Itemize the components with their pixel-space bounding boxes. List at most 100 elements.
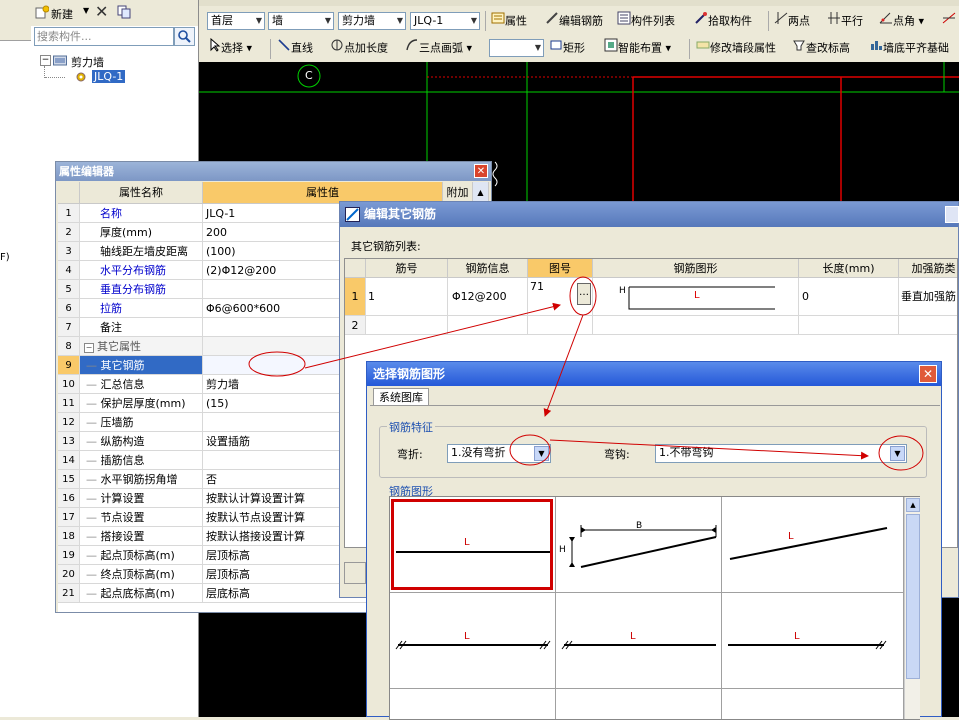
- three-point-arc-button[interactable]: 三点画弧 ▾: [405, 38, 472, 58]
- edit-rebar-title[interactable]: 编辑其它钢筋: [340, 202, 958, 227]
- modify-wall-props-button[interactable]: 修改墙段属性: [696, 38, 776, 58]
- close-icon[interactable]: ✕: [919, 365, 937, 383]
- copy-icon[interactable]: [117, 5, 131, 22]
- check-elevation-button[interactable]: 查改标高: [792, 38, 850, 58]
- gallery-scrollbar[interactable]: ▲: [904, 497, 920, 719]
- line-button[interactable]: 直线: [277, 38, 313, 58]
- rebar-info-cell[interactable]: [448, 316, 528, 335]
- row-number-header: [345, 259, 366, 278]
- search-button[interactable]: [174, 27, 195, 46]
- arc-mode-select[interactable]: ▼: [489, 39, 544, 57]
- select-rebar-shape-dialog: 选择钢筋图形 ✕ 系统图库 钢筋特征 弯折: 1.没有弯折 ▼ 弯钩: 1.不带…: [366, 361, 942, 720]
- tab-system-library[interactable]: 系统图库: [373, 388, 429, 406]
- row-number: 11: [58, 394, 80, 413]
- property-name: — 保护层厚度(mm): [80, 394, 203, 413]
- point-length-button[interactable]: 点加长度: [330, 38, 388, 58]
- select-button[interactable]: 选择 ▾: [209, 37, 252, 58]
- smart-layout-button[interactable]: 智能布置 ▾: [604, 38, 671, 58]
- property-name: 厚度(mm): [80, 223, 203, 242]
- hook-select[interactable]: 1.不带弯钩 ▼: [655, 444, 907, 463]
- collapse-icon[interactable]: −: [84, 343, 94, 353]
- point-angle-button[interactable]: 点角 ▾: [879, 11, 924, 31]
- collapse-icon[interactable]: −: [40, 55, 51, 66]
- wall-bottom-align-button[interactable]: 墙底平齐基础: [869, 38, 949, 58]
- property-name: — 搭接设置: [80, 527, 203, 546]
- shape-cell[interactable]: [722, 689, 904, 719]
- tree-search-input[interactable]: 搜索构件...: [34, 27, 174, 46]
- two-points-button[interactable]: 两点: [774, 11, 810, 31]
- bar-no-cell[interactable]: 1: [366, 278, 448, 316]
- new-icon[interactable]: [35, 5, 50, 19]
- bend-label: 弯折:: [397, 448, 423, 461]
- property-name: — 插筋信息: [80, 451, 203, 470]
- shape-cell-straight-90-hooks[interactable]: L: [390, 593, 556, 689]
- reinforcement-type-cell[interactable]: 垂直加强筋: [899, 278, 957, 316]
- close-icon[interactable]: [945, 206, 959, 223]
- reinforcement-type-cell[interactable]: [899, 316, 957, 335]
- scroll-thumb[interactable]: [906, 514, 920, 679]
- delete-icon[interactable]: ✕: [95, 2, 108, 21]
- chevron-down-icon: ▼: [890, 446, 905, 461]
- select-shape-title[interactable]: 选择钢筋图形: [367, 362, 941, 386]
- row-number: 18: [58, 527, 80, 546]
- property-name: 轴线距左墙皮距离: [80, 242, 203, 261]
- arc-icon: [405, 38, 419, 59]
- row-number: 9: [58, 356, 80, 375]
- subtype-select[interactable]: 剪力墙 ▼: [338, 12, 406, 30]
- shape-cell-slanted[interactable]: L: [722, 497, 904, 593]
- shape-cell[interactable]: [390, 689, 556, 719]
- browse-shape-button[interactable]: …: [577, 283, 591, 305]
- shape-cell[interactable]: [556, 689, 722, 719]
- scroll-up-icon[interactable]: ▲: [906, 498, 920, 512]
- shape-cell-straight-right-hook[interactable]: L: [722, 593, 904, 689]
- tree-item-jlq1[interactable]: JLQ-1: [92, 70, 126, 83]
- column-header-bar-no: 筋号: [366, 259, 448, 278]
- shape-cell-sloped[interactable]: B H: [556, 497, 722, 593]
- row-number: 14: [58, 451, 80, 470]
- shape-gallery: L B H L L L L ▲: [389, 496, 920, 720]
- two-points-icon: [774, 11, 788, 32]
- category-select[interactable]: 墙 ▼: [268, 12, 334, 30]
- length-cell[interactable]: 0: [799, 278, 899, 316]
- column-header-type: 加强筋类: [899, 259, 957, 278]
- shape-no-cell[interactable]: [528, 316, 593, 335]
- properties-icon: [491, 11, 505, 32]
- property-group-header[interactable]: − 其它属性: [80, 337, 203, 356]
- pick-component-button[interactable]: 拾取构件: [694, 11, 752, 31]
- shape-cell-straight-left-hook[interactable]: L: [556, 593, 722, 689]
- property-name: — 压墙筋: [80, 413, 203, 432]
- left-panel-toolbar: [0, 0, 31, 41]
- new-button[interactable]: 新建: [51, 6, 73, 22]
- edit-rebar-button[interactable]: 编辑钢筋: [545, 11, 603, 31]
- row-number: 10: [58, 375, 80, 394]
- tree-root-label[interactable]: 剪力墙: [71, 54, 104, 70]
- shape-cell-straight[interactable]: L: [390, 497, 556, 593]
- parallel-button[interactable]: 平行: [827, 11, 863, 31]
- dialog-button-partial[interactable]: [344, 562, 366, 584]
- component-select[interactable]: JLQ-1 ▼: [410, 12, 480, 30]
- floor-select[interactable]: 首层 ▼: [207, 12, 265, 30]
- rectangle-button[interactable]: 矩形: [549, 38, 585, 58]
- properties-button[interactable]: 属性: [491, 11, 527, 31]
- bend-select[interactable]: 1.没有弯折 ▼: [447, 444, 551, 463]
- hook-label: 弯钩:: [604, 448, 630, 461]
- new-dropdown-icon[interactable]: ▼: [83, 6, 89, 15]
- property-name: 垂直分布钢筋: [80, 280, 203, 299]
- rebar-info-cell[interactable]: Φ12@200: [448, 278, 528, 316]
- row-number[interactable]: 1: [345, 278, 366, 316]
- more-tools-icon[interactable]: [941, 11, 957, 31]
- row-number: 3: [58, 242, 80, 261]
- property-editor-title[interactable]: 属性编辑器: [56, 162, 491, 181]
- length-cell[interactable]: [799, 316, 899, 335]
- parallel-icon: [827, 11, 841, 32]
- row-number: 2: [58, 223, 80, 242]
- property-name: — 其它钢筋: [80, 356, 203, 375]
- bar-no-cell[interactable]: [366, 316, 448, 335]
- property-name: 名称: [80, 204, 203, 223]
- row-number: 12: [58, 413, 80, 432]
- row-number[interactable]: 2: [345, 316, 366, 335]
- close-icon[interactable]: ✕: [474, 164, 488, 178]
- shape-no-cell[interactable]: 71 …: [528, 278, 593, 316]
- align-icon: [869, 38, 883, 59]
- component-list-button[interactable]: 构件列表: [617, 11, 675, 31]
